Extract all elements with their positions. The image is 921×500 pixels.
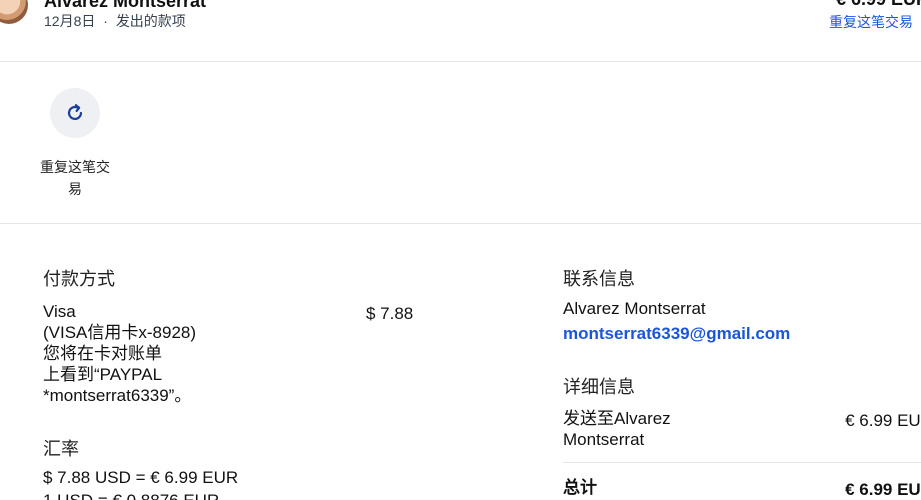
payment-method-line3: 您将在卡对账单: [43, 344, 162, 363]
transaction-header: Alvarez Montserrat 12月8日 · 发出的款项 € 6.99 …: [0, 0, 921, 62]
total-amount: € 6.99 EUR: [845, 480, 921, 499]
repeat-transaction-label: 重复这笔交易: [40, 159, 110, 197]
exchange-rate-line2: 1 USD = € 0.8876 EUR: [43, 490, 219, 500]
payment-method-line1: Visa: [43, 302, 76, 321]
repeat-icon-circle: [50, 88, 100, 138]
avatar: [0, 0, 28, 24]
contact-info-title: 联系信息: [563, 269, 635, 289]
details-divider: [563, 462, 921, 463]
details-title: 详细信息: [563, 377, 635, 397]
actions-section: 重复这笔交易: [0, 62, 921, 224]
total-label: 总计: [563, 478, 597, 497]
sent-to-line1: 发送至Alvarez: [563, 409, 671, 428]
payment-method-line2: (VISA信用卡x-8928): [43, 323, 197, 342]
payment-amount: $ 7.88: [366, 304, 414, 323]
repeat-icon: [67, 104, 83, 121]
transaction-subtitle: 12月8日 · 发出的款项: [44, 11, 186, 31]
payment-method-line4: 上看到“PAYPAL: [43, 365, 163, 384]
repeat-transaction-button[interactable]: 重复这笔交易: [37, 88, 113, 208]
contact-email-link[interactable]: montserrat6339@gmail.com: [563, 323, 790, 344]
repeat-transaction-link[interactable]: 重复这笔交易: [829, 12, 913, 32]
transaction-details-page: Alvarez Montserrat 12月8日 · 发出的款项 € 6.99 …: [0, 0, 921, 500]
payment-method-title: 付款方式: [43, 269, 115, 289]
contact-name: Alvarez Montserrat: [563, 299, 706, 318]
transaction-type: 发出的款项: [115, 13, 186, 29]
sent-to-line2: Montserrat: [563, 430, 645, 449]
transaction-amount: € 6.99 EUR: [836, 0, 921, 10]
exchange-rate-line1: $ 7.88 USD = € 6.99 EUR: [43, 468, 239, 487]
transaction-date: 12月8日: [44, 13, 96, 29]
exchange-rate-title: 汇率: [43, 439, 79, 459]
sent-amount: € 6.99 EUR: [845, 411, 921, 430]
separator: ·: [103, 13, 108, 29]
payment-method-line5: *montserrat6339”。: [43, 386, 192, 405]
